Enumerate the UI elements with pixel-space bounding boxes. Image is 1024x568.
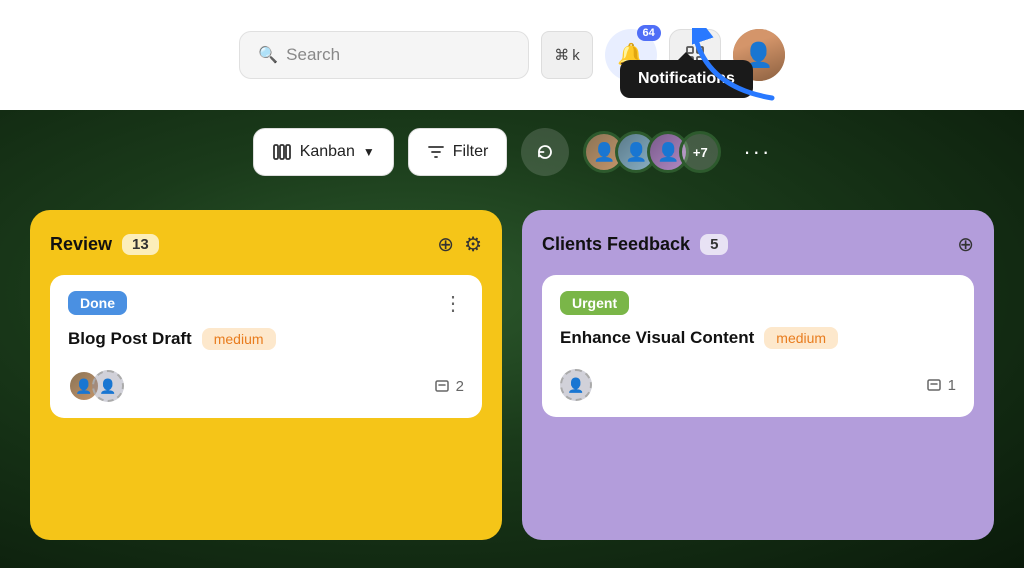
search-bar[interactable]: 🔍 Search <box>239 31 529 79</box>
review-count: 13 <box>122 234 159 255</box>
clients-assignee-placeholder: 👤 <box>560 369 592 401</box>
more-options-button[interactable]: ··· <box>743 139 771 165</box>
kanban-chevron-icon: ▼ <box>363 145 375 159</box>
review-title: Review <box>50 234 112 255</box>
review-column: Review 13 ⊕ ⚙ Done ⋮ Blog Post Draft med… <box>20 210 512 568</box>
task-menu-button[interactable]: ⋮ <box>443 291 464 316</box>
clients-task-meta: 1 <box>926 377 956 394</box>
clients-task-card: Urgent Enhance Visual Content medium 👤 <box>542 275 974 417</box>
clients-title-group: Clients Feedback 5 <box>542 234 728 255</box>
search-placeholder: Search <box>286 45 340 65</box>
add-review-icon[interactable]: ⊕ <box>437 232 454 257</box>
header: 🔍 Search ⌘ k 🔔 64 👤 <box>0 0 1024 110</box>
review-task-header: Done ⋮ <box>68 291 464 316</box>
team-avatars: 👤 👤 👤 +7 <box>583 131 721 173</box>
clients-task-header: Urgent <box>560 291 956 315</box>
kanban-label: Kanban <box>300 143 355 161</box>
settings-review-icon[interactable]: ⚙ <box>464 232 482 257</box>
clients-title: Clients Feedback <box>542 234 690 255</box>
urgent-tag: Urgent <box>560 291 629 315</box>
toolbar: Kanban ▼ Filter 👤 👤 👤 +7 ··· <box>0 128 1024 176</box>
more-team-members[interactable]: +7 <box>679 131 721 173</box>
clients-task-assignees: 👤 <box>560 369 592 401</box>
refresh-button[interactable] <box>521 128 569 176</box>
arrow-indicator <box>692 28 782 108</box>
review-actions: ⊕ ⚙ <box>437 232 482 257</box>
filter-button[interactable]: Filter <box>408 128 508 176</box>
clients-task-priority: medium <box>764 327 838 349</box>
search-icon: 🔍 <box>258 45 278 65</box>
clients-count: 5 <box>700 234 728 255</box>
assignee-placeholder: 👤 <box>92 370 124 402</box>
clients-feedback-column: Clients Feedback 5 ⊕ Urgent Enhance Visu… <box>512 210 1004 568</box>
review-task-priority: medium <box>202 328 276 350</box>
clients-task-title: Enhance Visual Content <box>560 328 754 348</box>
filter-label: Filter <box>453 143 489 161</box>
refresh-icon <box>535 142 555 162</box>
review-title-group: Review 13 <box>50 234 159 255</box>
clients-subtask-icon <box>926 377 942 393</box>
kanban-icon <box>272 142 292 162</box>
review-task-meta: 2 <box>434 378 464 395</box>
keyboard-shortcut[interactable]: ⌘ k <box>541 31 593 79</box>
review-task-title: Blog Post Draft <box>68 329 192 349</box>
add-clients-icon[interactable]: ⊕ <box>957 232 974 257</box>
clients-feedback-board: Clients Feedback 5 ⊕ Urgent Enhance Visu… <box>522 210 994 540</box>
cmd-key: ⌘ <box>554 46 569 64</box>
notification-badge: 64 <box>637 25 661 41</box>
clients-feedback-board-header: Clients Feedback 5 ⊕ <box>542 232 974 257</box>
review-subtask-count: 2 <box>456 378 464 395</box>
clients-task-footer: 👤 1 <box>560 369 956 401</box>
clients-actions: ⊕ <box>957 232 974 257</box>
review-board: Review 13 ⊕ ⚙ Done ⋮ Blog Post Draft med… <box>30 210 502 540</box>
review-task-assignees: 👤 👤 <box>68 370 124 402</box>
k-key: k <box>572 47 580 64</box>
clients-task-title-row: Enhance Visual Content medium <box>560 327 956 349</box>
review-task-card: Done ⋮ Blog Post Draft medium 👤 👤 <box>50 275 482 418</box>
review-task-title-row: Blog Post Draft medium <box>68 328 464 350</box>
review-task-footer: 👤 👤 2 <box>68 370 464 402</box>
filter-icon <box>427 143 445 161</box>
done-tag: Done <box>68 291 127 315</box>
review-board-header: Review 13 ⊕ ⚙ <box>50 232 482 257</box>
kanban-view-button[interactable]: Kanban ▼ <box>253 128 394 176</box>
boards-container: Review 13 ⊕ ⚙ Done ⋮ Blog Post Draft med… <box>0 210 1024 568</box>
clients-subtask-count: 1 <box>948 377 956 394</box>
subtask-icon <box>434 378 450 394</box>
